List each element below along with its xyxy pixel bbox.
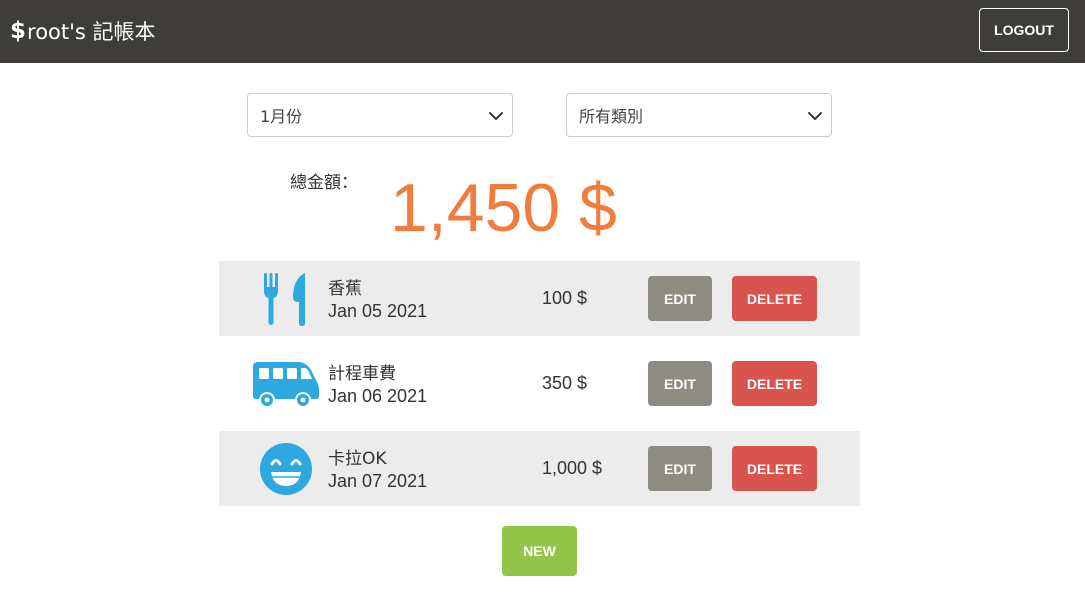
record-amount: 100 $ <box>542 288 588 308</box>
delete-button[interactable]: DELETE <box>732 446 817 491</box>
bus-icon <box>251 354 321 414</box>
record-date: Jan 05 2021 <box>328 301 428 321</box>
record-date: Jan 06 2021 <box>328 386 428 406</box>
brand-title: root's 記帳本 <box>27 20 156 44</box>
logout-button[interactable]: LOGOUT <box>979 8 1069 52</box>
chevron-down-icon <box>489 112 503 120</box>
edit-button[interactable]: EDIT <box>648 446 712 491</box>
record-row: 卡拉OK Jan 07 2021 1,000 $ EDIT DELETE <box>219 431 860 506</box>
utensils-icon <box>251 269 321 329</box>
records-list: 香蕉 Jan 05 2021 100 $ EDIT DELETE 計程車費 Ja… <box>219 261 860 516</box>
edit-button[interactable]: EDIT <box>648 276 712 321</box>
category-select-value: 所有類別 <box>579 107 644 126</box>
edit-button[interactable]: EDIT <box>648 361 712 406</box>
delete-button[interactable]: DELETE <box>732 276 817 321</box>
app-brand[interactable]: $ root's 記帳本 <box>10 17 156 45</box>
brand-dollar-symbol: $ <box>10 18 27 44</box>
new-button[interactable]: NEW <box>502 526 577 576</box>
category-select[interactable]: 所有類別 <box>566 93 832 137</box>
total-label: 總金額： <box>290 173 358 193</box>
record-row: 計程車費 Jan 06 2021 350 $ EDIT DELETE <box>219 346 860 421</box>
record-name: 卡拉OK <box>328 449 387 469</box>
month-select-value: 1月份 <box>260 107 303 126</box>
record-amount: 1,000 $ <box>542 458 603 478</box>
navbar: $ root's 記帳本 LOGOUT <box>0 0 1085 63</box>
record-row: 香蕉 Jan 05 2021 100 $ EDIT DELETE <box>219 261 860 336</box>
month-select[interactable]: 1月份 <box>247 93 513 137</box>
record-amount: 350 $ <box>542 373 588 393</box>
delete-button[interactable]: DELETE <box>732 361 817 406</box>
total-amount: 1,450 $ <box>390 170 617 246</box>
grin-icon <box>251 439 321 499</box>
record-name: 計程車費 <box>328 364 396 384</box>
record-name: 香蕉 <box>328 279 362 299</box>
chevron-down-icon <box>808 112 822 120</box>
record-date: Jan 07 2021 <box>328 471 428 491</box>
